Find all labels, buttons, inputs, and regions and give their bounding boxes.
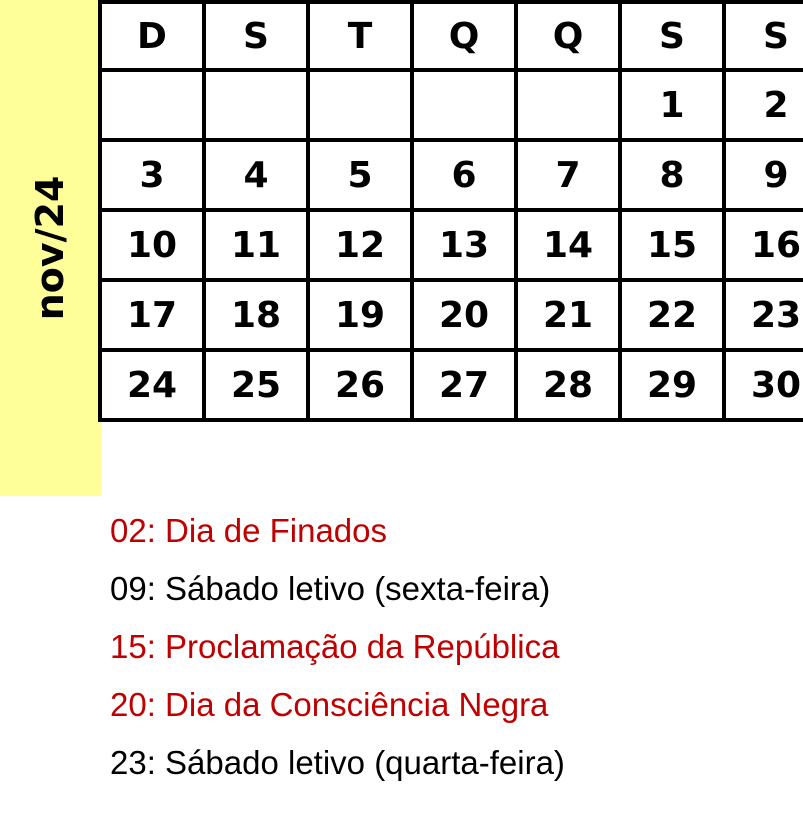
- day-cell: 5: [306, 138, 414, 212]
- day-cell: 7: [514, 138, 622, 212]
- weekday-header: Q: [410, 0, 518, 72]
- week-row: 10 11 12 13 14 15 16: [98, 208, 803, 282]
- empty-cell: [202, 68, 310, 142]
- day-cell: 30: [722, 348, 803, 422]
- calendar-grid: D S T Q Q S S 1 2 3 4 5 6 7 8 9 10 11 12 13 14 15 16 17 1…: [98, 0, 803, 422]
- day-cell: 10: [98, 208, 206, 282]
- day-cell: 29: [618, 348, 726, 422]
- month-band: nov/24: [0, 0, 101, 496]
- weekday-header: S: [722, 0, 803, 72]
- day-cell: 20: [410, 278, 518, 352]
- day-cell: 28: [514, 348, 622, 422]
- day-cell: 17: [98, 278, 206, 352]
- legend-item: 20: Dia da Consciência Negra: [110, 686, 549, 723]
- week-row: 3456789: [98, 138, 803, 212]
- empty-cell: [306, 68, 414, 142]
- month-label: nov/24: [28, 175, 72, 321]
- day-cell: 23: [722, 278, 803, 352]
- day-cell: 11: [202, 208, 310, 282]
- legend-item: 09: Sábado letivo (sexta-feira): [110, 570, 551, 607]
- weekday-header-row: D S T Q Q S S: [98, 0, 803, 72]
- weekday-header: T: [306, 0, 414, 72]
- week-row: 12: [98, 68, 803, 142]
- day-cell: 12: [306, 208, 414, 282]
- day-cell: 2: [722, 68, 803, 142]
- weekday-header: D: [98, 0, 206, 72]
- week-row: 17 18 19 20 21 22 23: [98, 278, 803, 352]
- empty-cell: [98, 68, 206, 142]
- day-cell: 13: [410, 208, 518, 282]
- day-cell: 3: [98, 138, 206, 212]
- day-cell: 24: [98, 348, 206, 422]
- legend-item: 23: Sábado letivo (quarta-feira): [110, 744, 565, 781]
- day-cell: 19: [306, 278, 414, 352]
- empty-cell: [514, 68, 622, 142]
- empty-cell: [410, 68, 518, 142]
- legend-item: 02: Dia de Finados: [110, 512, 388, 549]
- legend-item: 15: Proclamação da República: [110, 628, 560, 665]
- day-cell: 27: [410, 348, 518, 422]
- day-cell: 4: [202, 138, 310, 212]
- day-cell: 18: [202, 278, 310, 352]
- day-cell: 22: [618, 278, 726, 352]
- day-cell: 9: [722, 138, 803, 212]
- day-cell: 8: [618, 138, 726, 212]
- weekday-header: S: [202, 0, 310, 72]
- day-cell: 25: [202, 348, 310, 422]
- day-cell: 16: [722, 208, 803, 282]
- day-cell: 14: [514, 208, 622, 282]
- week-row: 24 25 26 27 28 29 30: [98, 348, 803, 422]
- day-cell: 21: [514, 278, 622, 352]
- weekday-header: Q: [514, 0, 622, 72]
- legend: 02: Dia de Finados 09: Sábado letivo (se…: [110, 506, 565, 796]
- day-cell: 15: [618, 208, 726, 282]
- day-cell: 6: [410, 138, 518, 212]
- weekday-header: S: [618, 0, 726, 72]
- day-cell: 26: [306, 348, 414, 422]
- day-cell: 1: [618, 68, 726, 142]
